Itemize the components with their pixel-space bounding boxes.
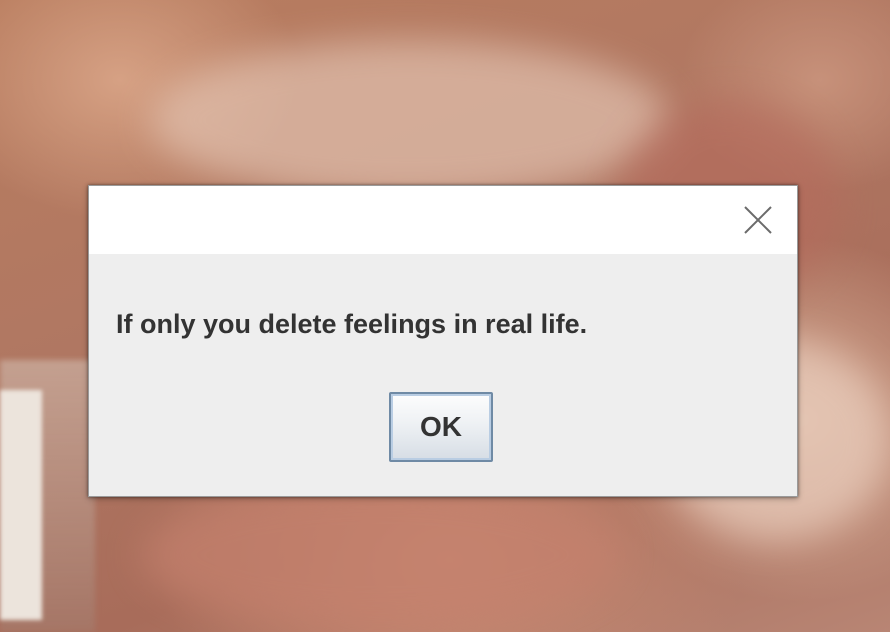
dialog-titlebar [89, 186, 797, 254]
close-icon [744, 206, 772, 234]
ok-button[interactable]: OK [389, 392, 493, 462]
message-dialog: If only you delete feelings in real life… [88, 185, 798, 497]
dialog-message: If only you delete feelings in real life… [116, 309, 588, 339]
close-button[interactable] [741, 203, 775, 237]
